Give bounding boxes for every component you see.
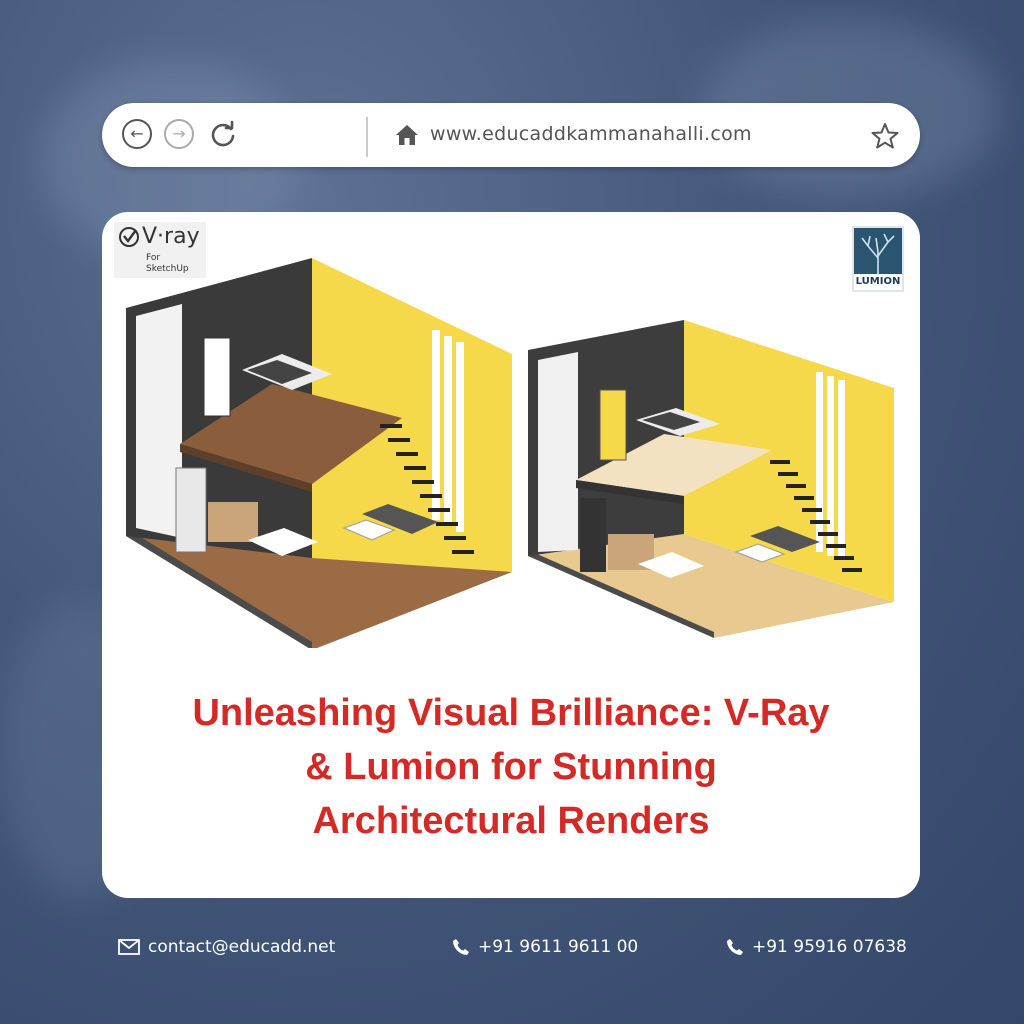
footer-phone-2[interactable]: +91 95916 07638 xyxy=(726,937,907,957)
headline-line-2: & Lumion for Stunning xyxy=(305,746,717,788)
headline-line-1: Unleashing Visual Brilliance: V-Ray xyxy=(192,692,830,734)
lumion-tree-icon xyxy=(861,233,895,274)
vray-loft-render xyxy=(126,258,512,648)
lumion-loft-render xyxy=(528,320,894,638)
bookmark-button[interactable] xyxy=(870,121,900,151)
footer-email[interactable]: contact@educadd.net xyxy=(118,937,335,957)
home-button[interactable] xyxy=(394,123,420,147)
toolbar-divider xyxy=(366,117,368,157)
browser-address-bar: ← → www.educaddkammanahalli.com xyxy=(102,103,920,167)
vray-check-icon xyxy=(119,227,139,247)
phone-icon xyxy=(727,939,743,955)
headline: Unleashing Visual Brilliance: V-Ray & Lu… xyxy=(102,686,920,848)
mail-icon xyxy=(118,939,140,955)
lumion-logo-text: LUMION xyxy=(854,274,902,290)
url-text[interactable]: www.educaddkammanahalli.com xyxy=(430,123,752,145)
email-text: contact@educadd.net xyxy=(148,937,336,957)
content-card: V·ray For SketchUp LUMION Unleashing Vis… xyxy=(102,212,920,898)
phone-2-text: +91 95916 07638 xyxy=(752,937,907,957)
phone-icon xyxy=(453,939,469,955)
home-icon xyxy=(396,125,418,145)
phone-1-text: +91 9611 9611 00 xyxy=(478,937,639,957)
headline-line-3: Architectural Renders xyxy=(312,800,710,842)
lumion-logo: LUMION xyxy=(852,226,904,292)
reload-icon xyxy=(211,120,235,147)
reload-button[interactable] xyxy=(206,117,240,151)
footer-phone-1[interactable]: +91 9611 9611 00 xyxy=(452,937,638,957)
star-icon xyxy=(871,123,899,149)
vray-logo-text: V·ray xyxy=(142,224,200,249)
back-button[interactable]: ← xyxy=(122,119,152,149)
forward-button[interactable]: → xyxy=(164,119,194,149)
